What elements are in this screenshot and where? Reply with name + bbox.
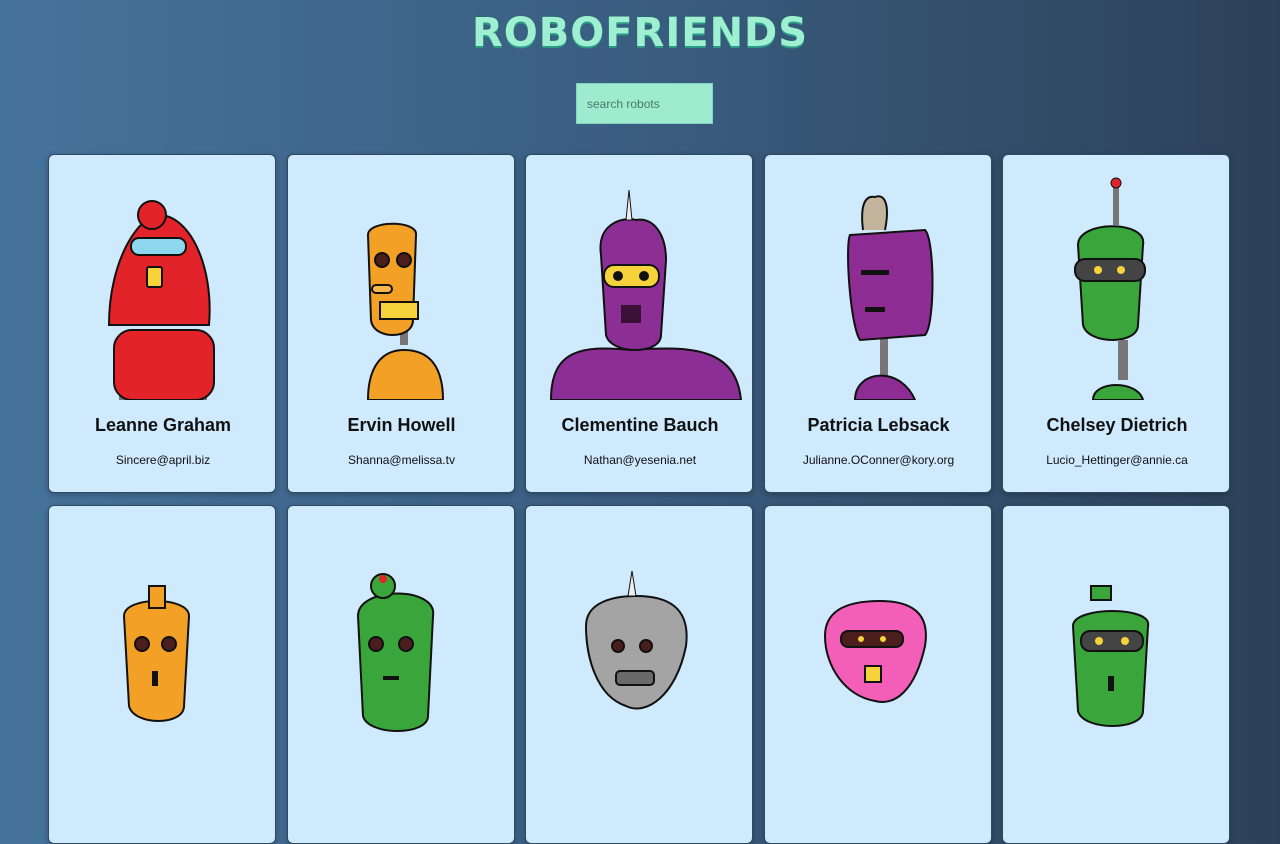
red-robot-icon	[107, 200, 215, 400]
green-robot-icon	[1071, 585, 1150, 727]
robot-card[interactable]: Clementine Bauch Nathan@yesenia.net	[525, 154, 753, 493]
orange-robot-icon	[122, 585, 191, 722]
green-robot-icon	[1074, 177, 1146, 400]
robot-name: Clementine Bauch	[561, 415, 719, 435]
robot-card[interactable]: Chelsey Dietrich Lucio_Hettinger@annie.c…	[1002, 154, 1230, 493]
robot-card[interactable]	[48, 505, 276, 844]
green-robot-icon	[356, 573, 434, 732]
robot-card[interactable]	[525, 505, 753, 844]
robot-card[interactable]: Ervin Howell Shanna@melissa.tv	[286, 154, 515, 493]
robot-card[interactable]: Patricia Lebsack Julianne.OConner@kory.o…	[763, 154, 992, 493]
purple-robot-icon	[549, 189, 743, 400]
robot-card-grid: Leanne Graham Sincere@april.biz Ervin Ho…	[48, 154, 1230, 844]
robot-email: Nathan@yesenia.net	[583, 453, 697, 467]
robot-card[interactable]	[1002, 505, 1230, 844]
robot-name: Leanne Graham	[94, 415, 232, 435]
app-title: ROBOFRIENDS	[471, 10, 809, 56]
orange-robot-icon	[366, 222, 444, 400]
robot-name: Chelsey Dietrich	[1046, 415, 1188, 435]
robot-email: Lucio_Hettinger@annie.ca	[1046, 453, 1188, 467]
robot-name: Patricia Lebsack	[807, 415, 950, 435]
robot-card[interactable]	[763, 505, 992, 844]
pink-robot-icon	[823, 599, 927, 703]
search-input[interactable]	[576, 83, 713, 124]
robot-email: Julianne.OConner@kory.org	[802, 453, 955, 467]
robot-email: Shanna@melissa.tv	[348, 453, 455, 467]
robot-card[interactable]: Leanne Graham Sincere@april.biz	[48, 154, 276, 493]
purple-robot-icon	[846, 195, 933, 400]
robot-card[interactable]	[286, 505, 515, 844]
gray-robot-icon	[584, 570, 688, 710]
robot-name: Ervin Howell	[347, 415, 456, 435]
robot-email: Sincere@april.biz	[115, 453, 211, 467]
